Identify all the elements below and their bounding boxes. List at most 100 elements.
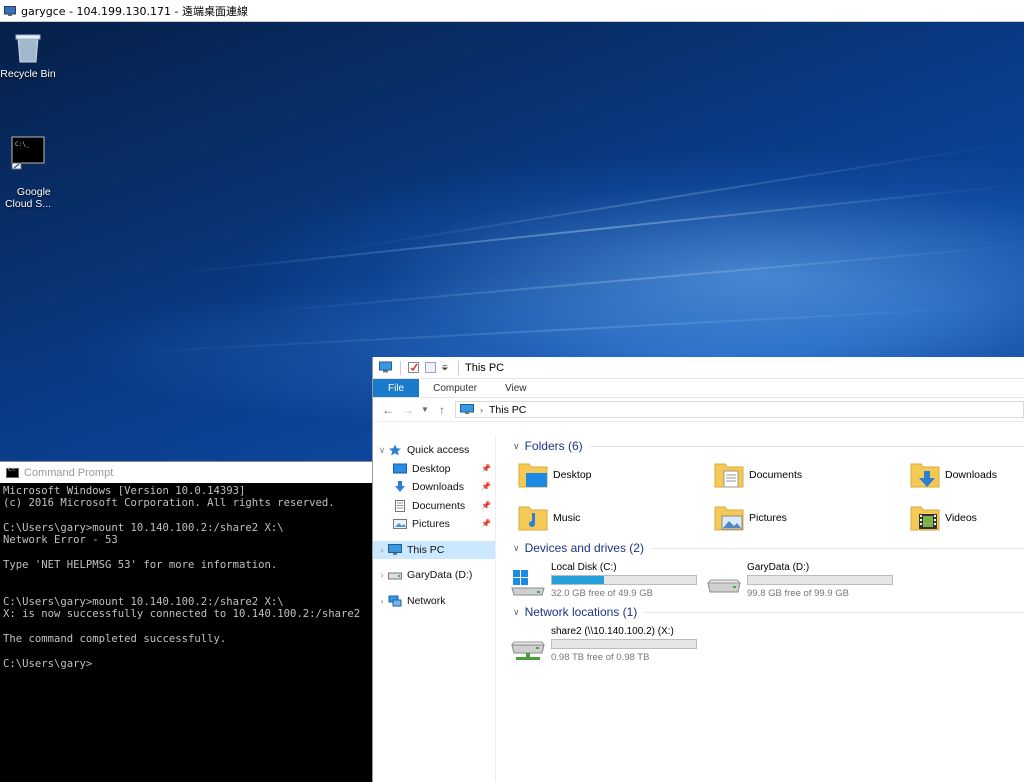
breadcrumb-this-pc[interactable]: This PC <box>489 404 526 416</box>
new-folder-icon[interactable] <box>424 361 437 374</box>
this-pc-icon <box>379 361 392 373</box>
downloads-folder-icon <box>910 463 940 488</box>
remote-desktop-icon <box>4 5 16 16</box>
folder-videos[interactable]: Videos <box>909 500 1024 536</box>
pin-icon[interactable]: 📌 <box>481 501 491 510</box>
chevron-down-icon[interactable]: ∨ <box>376 445 388 456</box>
nav-quick-access[interactable]: ∨ Quick access <box>373 441 495 460</box>
nav-gary-data[interactable]: › GaryData (D:) <box>373 566 495 585</box>
divider <box>645 611 1024 613</box>
chevron-down-icon[interactable]: ∨ <box>513 441 520 452</box>
chevron-down-icon[interactable]: ∨ <box>513 607 520 618</box>
pin-icon[interactable]: 📌 <box>481 482 491 491</box>
desktop-icon-google-cloud-shortcut[interactable]: C:\_ Google Cloud S... <box>0 112 56 222</box>
ribbon-tabs: File Computer View <box>373 379 1024 398</box>
desktop-icon-recycle-bin[interactable]: Recycle Bin <box>0 30 56 80</box>
pin-icon[interactable]: 📌 <box>481 464 491 473</box>
picture-icon <box>393 519 407 530</box>
folder-pictures[interactable]: Pictures <box>713 500 883 536</box>
nav-label: Network <box>407 594 446 607</box>
download-arrow-icon <box>395 481 405 493</box>
this-pc-icon <box>388 543 402 555</box>
group-title: Devices and drives (2) <box>524 541 644 555</box>
tab-file[interactable]: File <box>373 379 420 397</box>
nav-label: Desktop <box>412 462 451 475</box>
nav-network[interactable]: › Network <box>373 592 495 611</box>
group-header-folders[interactable]: ∨ Folders (6) <box>513 439 1024 453</box>
cmd-title: Command Prompt <box>24 466 114 479</box>
folder-label: Desktop <box>553 469 592 481</box>
chevron-right-icon[interactable]: › <box>376 545 388 555</box>
folder-label: Downloads <box>945 469 997 481</box>
drive-free-space: 32.0 GB free of 49.9 GB <box>551 588 653 599</box>
group-header-devices[interactable]: ∨ Devices and drives (2) <box>513 541 1024 555</box>
star-icon <box>389 444 401 456</box>
cmd-icon <box>6 467 19 478</box>
nav-label: Downloads <box>412 481 464 494</box>
folder-label: Documents <box>749 469 803 481</box>
command-prompt-window[interactable]: Command Prompt Microsoft Windows [Versio… <box>0 461 372 782</box>
explorer-title: This PC <box>465 361 505 374</box>
nav-label: Pictures <box>412 518 450 531</box>
tab-computer[interactable]: Computer <box>419 379 491 397</box>
folder-downloads[interactable]: Downloads <box>909 457 1024 493</box>
address-bar[interactable]: › This PC <box>455 401 1024 418</box>
navigation-pane: ∨ Quick access Desktop 📌 Downloads 📌 Doc… <box>373 435 496 782</box>
desktop-icon-label: Google Cloud S... <box>4 186 52 210</box>
divider <box>651 547 1024 549</box>
windows-drive-icon <box>511 570 545 596</box>
pin-icon[interactable]: 📌 <box>481 519 491 528</box>
document-icon <box>395 499 405 512</box>
drive-usage-bar <box>747 575 893 585</box>
cmd-shortcut-icon: C:\_ <box>11 136 45 170</box>
nav-item-pictures[interactable]: Pictures 📌 <box>373 515 495 534</box>
nav-item-documents[interactable]: Documents 📌 <box>373 497 495 516</box>
chevron-right-icon[interactable]: › <box>376 570 388 580</box>
folder-music[interactable]: Music <box>517 500 687 536</box>
drive-gary-data-d[interactable]: GaryData (D:) 99.8 GB free of 99.9 GB <box>707 562 897 599</box>
folder-label: Music <box>553 512 581 524</box>
drive-icon <box>707 579 741 593</box>
drive-name: GaryData (D:) <box>747 562 810 573</box>
explorer-title-bar[interactable]: This PC <box>373 357 1024 379</box>
group-title: Folders (6) <box>524 439 583 453</box>
cmd-title-bar[interactable]: Command Prompt <box>0 462 372 483</box>
nav-item-desktop[interactable]: Desktop 📌 <box>373 460 495 479</box>
recycle-bin-icon <box>15 34 41 63</box>
desktop-icon-label: Recycle Bin <box>0 68 56 80</box>
group-header-network[interactable]: ∨ Network locations (1) <box>513 605 1024 619</box>
back-arrow-icon[interactable]: ← <box>381 403 395 417</box>
drive-name: Local Disk (C:) <box>551 562 617 573</box>
folder-desktop[interactable]: Desktop <box>517 457 687 493</box>
divider <box>400 360 401 375</box>
chevron-down-icon[interactable]: ∨ <box>513 543 520 554</box>
drive-usage-fill <box>552 576 604 584</box>
rdp-title-bar: garygce - 104.199.130.171 - 遠端桌面連線 <box>0 0 1024 22</box>
documents-folder-icon <box>714 463 744 488</box>
up-arrow-icon[interactable]: ↑ <box>435 403 449 417</box>
nav-item-downloads[interactable]: Downloads 📌 <box>373 478 495 497</box>
svg-text:C:\_: C:\_ <box>15 141 30 148</box>
folder-label: Videos <box>945 512 977 524</box>
drive-local-disk-c[interactable]: Local Disk (C:) 32.0 GB free of 49.9 GB <box>511 562 701 599</box>
address-row: ← → ▼ ↑ › This PC <box>373 398 1024 422</box>
network-drive-share2[interactable]: share2 (\\10.140.100.2) (X:) 0.98 TB fre… <box>511 626 701 663</box>
folder-documents[interactable]: Documents <box>713 457 883 493</box>
forward-arrow-icon[interactable]: → <box>401 403 415 417</box>
properties-icon[interactable] <box>407 361 420 374</box>
file-explorer-window[interactable]: This PC File Computer View ← → ▼ ↑ › Thi… <box>372 357 1024 782</box>
tab-view[interactable]: View <box>491 379 541 397</box>
music-folder-icon <box>518 506 548 531</box>
drive-usage-bar <box>551 639 697 649</box>
nav-this-pc[interactable]: › This PC <box>373 540 495 559</box>
drive-icon <box>388 572 402 580</box>
desktop-folder-icon <box>393 463 407 474</box>
chevron-down-icon[interactable] <box>441 361 450 374</box>
cmd-output[interactable]: Microsoft Windows [Version 10.0.14393] (… <box>0 483 372 672</box>
breadcrumb-chevron-icon: › <box>480 404 483 415</box>
network-icon <box>388 595 402 607</box>
desktop-folder-icon <box>518 463 548 488</box>
network-drive-icon <box>511 641 545 660</box>
recent-chevron-icon[interactable]: ▼ <box>421 405 429 414</box>
chevron-right-icon[interactable]: › <box>376 596 388 606</box>
